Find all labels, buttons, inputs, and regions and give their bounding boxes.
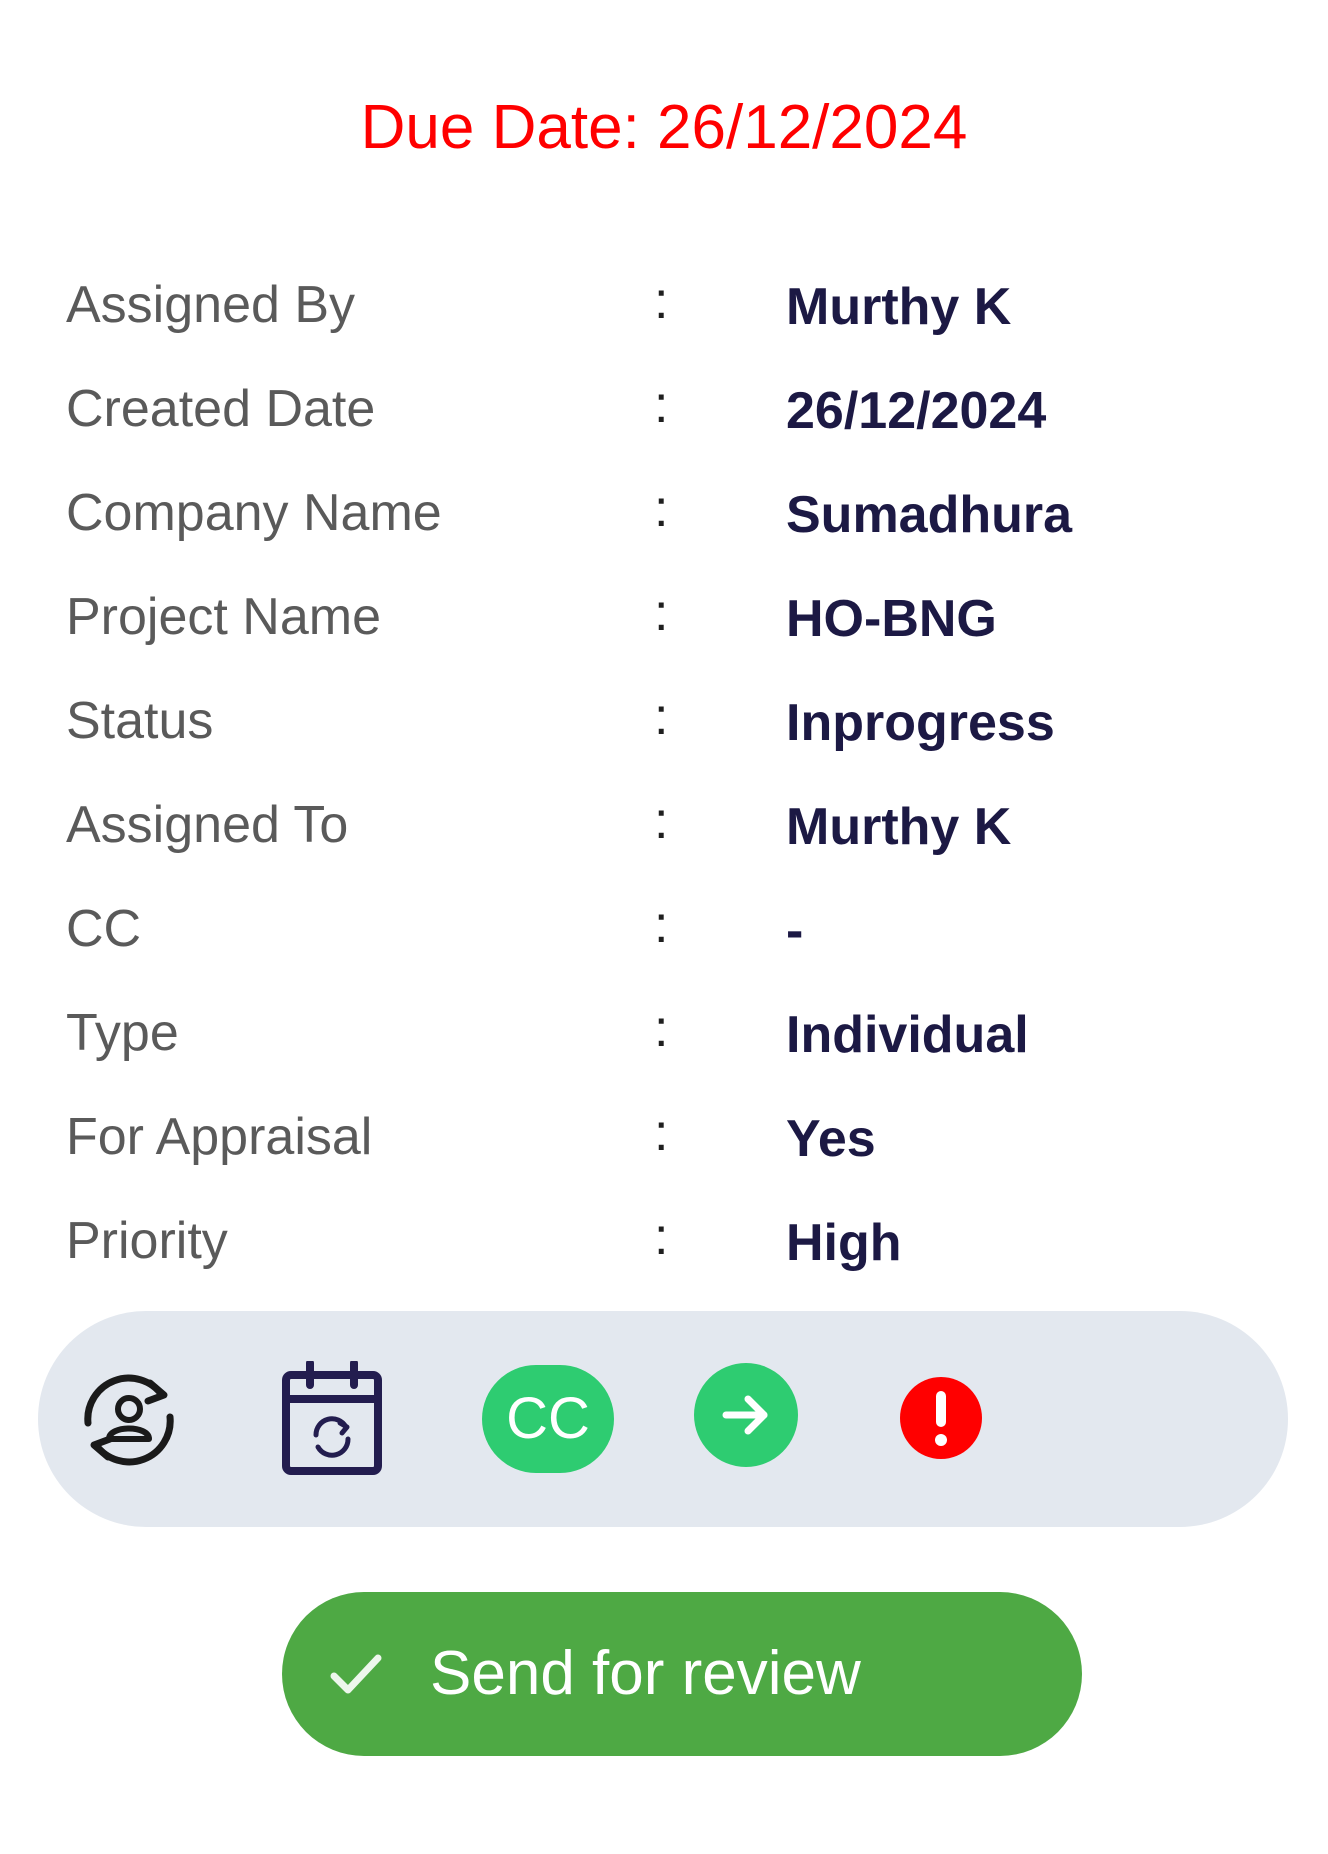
detail-value: Yes	[786, 1110, 876, 1168]
detail-value: Inprogress	[786, 694, 1055, 752]
detail-label: Status	[66, 692, 214, 750]
detail-row-company-name: Company Name : Sumadhura	[66, 467, 1266, 571]
detail-value: Murthy K	[786, 798, 1012, 856]
detail-separator: :	[654, 688, 669, 746]
reschedule-button[interactable]	[280, 1361, 384, 1477]
detail-row-cc: CC : -	[66, 883, 1266, 987]
send-for-review-button[interactable]: Send for review	[282, 1592, 1082, 1756]
send-for-review-label: Send for review	[430, 1639, 861, 1708]
detail-row-assigned-to: Assigned To : Murthy K	[66, 779, 1266, 883]
detail-label: CC	[66, 900, 142, 958]
task-action-bar: CC	[38, 1311, 1288, 1527]
detail-label: Type	[66, 1004, 179, 1062]
detail-value: Individual	[786, 1006, 1029, 1064]
detail-label: For Appraisal	[66, 1108, 373, 1166]
detail-separator: :	[654, 1208, 669, 1266]
detail-row-created-date: Created Date : 26/12/2024	[66, 363, 1266, 467]
detail-separator: :	[654, 1000, 669, 1058]
user-reassign-icon	[84, 1374, 174, 1466]
detail-row-project-name: Project Name : HO-BNG	[66, 571, 1266, 675]
detail-label: Project Name	[66, 588, 381, 646]
detail-label: Assigned To	[66, 796, 349, 854]
detail-label: Assigned By	[66, 276, 356, 334]
detail-row-assigned-by: Assigned By : Murthy K	[66, 259, 1266, 363]
detail-row-for-appraisal: For Appraisal : Yes	[66, 1091, 1266, 1195]
detail-value: High	[786, 1214, 902, 1272]
due-date: Due Date: 26/12/2024	[360, 93, 968, 162]
detail-separator: :	[654, 896, 669, 954]
alert-button[interactable]	[900, 1377, 982, 1459]
detail-separator: :	[654, 272, 669, 330]
task-details: Assigned By : Murthy K Created Date : 26…	[66, 259, 1266, 1299]
check-icon	[330, 1654, 382, 1694]
detail-row-type: Type : Individual	[66, 987, 1266, 1091]
detail-row-priority: Priority : High	[66, 1195, 1266, 1299]
detail-row-status: Status : Inprogress	[66, 675, 1266, 779]
detail-value: -	[786, 902, 804, 960]
detail-label: Priority	[66, 1212, 228, 1270]
detail-label: Created Date	[66, 380, 376, 438]
detail-value: 26/12/2024	[786, 382, 1047, 440]
forward-button[interactable]	[694, 1363, 798, 1467]
detail-value: HO-BNG	[786, 590, 997, 648]
exclamation-icon	[935, 1391, 947, 1446]
detail-separator: :	[654, 584, 669, 642]
reassign-button[interactable]	[74, 1365, 184, 1475]
detail-separator: :	[654, 1104, 669, 1162]
calendar-refresh-icon	[282, 1361, 382, 1475]
cc-button[interactable]: CC	[482, 1365, 614, 1473]
detail-separator: :	[654, 792, 669, 850]
arrow-right-icon	[722, 1395, 768, 1435]
detail-value: Murthy K	[786, 278, 1012, 336]
detail-separator: :	[654, 376, 669, 434]
detail-label: Company Name	[66, 484, 442, 542]
detail-separator: :	[654, 480, 669, 538]
detail-value: Sumadhura	[786, 486, 1073, 544]
